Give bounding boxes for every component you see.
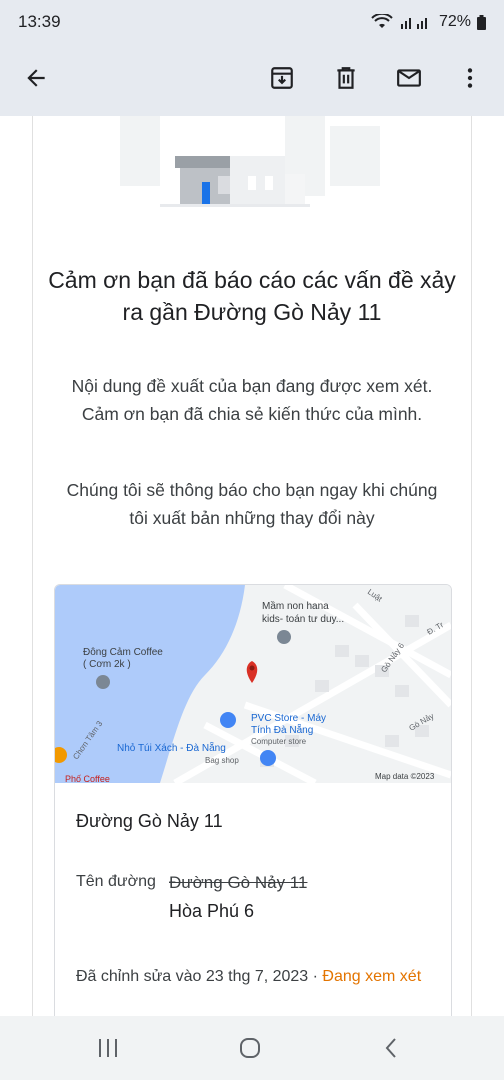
home-button[interactable] — [236, 1034, 264, 1062]
bag-pin-icon — [260, 750, 276, 766]
edit-details-card: Mầm non hana kids- toán tư duy... Đông C… — [54, 584, 452, 1016]
map-label-store-sub: Computer store — [251, 737, 307, 746]
edited-date: Đã chỉnh sửa vào 23 thg 7, 2023 · — [76, 968, 323, 985]
delete-button[interactable] — [326, 58, 366, 98]
back-nav-button[interactable] — [378, 1034, 406, 1062]
review-status: Đang xem xét — [322, 968, 422, 985]
battery-icon — [477, 14, 486, 30]
map-label-coffee: Đông Cảm Coffee — [83, 647, 163, 658]
map-label-store: PVC Store - Máy — [251, 713, 326, 724]
place-name: Đường Gò Nảy 11 — [76, 811, 223, 831]
field-label: Tên đường — [76, 873, 156, 890]
location-map[interactable]: Mầm non hana kids- toán tư duy... Đông C… — [55, 585, 451, 783]
email-body: Cảm ơn bạn đã báo cáo các vấn đề xảy ra … — [0, 116, 504, 1016]
back-chevron-icon — [385, 1038, 396, 1058]
building-illustration — [120, 116, 380, 207]
message-paragraph-1: Nội dung đề xuất của bạn đang được xem x… — [71, 376, 433, 424]
map-label-cafe2: Phố Coffee — [65, 774, 110, 783]
map-label-bag-sub: Bag shop — [205, 756, 239, 765]
system-nav-bar — [0, 1016, 504, 1080]
message-title: Cảm ơn bạn đã báo cáo các vấn đề xảy ra … — [48, 267, 456, 325]
wifi-icon — [371, 14, 393, 28]
recents-button[interactable] — [94, 1034, 122, 1062]
map-label-school: Mầm non hana — [262, 600, 329, 612]
mail-icon — [397, 69, 421, 87]
store-pin-icon — [220, 712, 236, 728]
trash-icon — [337, 67, 355, 89]
archive-icon — [271, 67, 293, 89]
battery-percent: 72% — [438, 13, 471, 30]
arrow-left-icon — [27, 69, 45, 87]
signal-icon — [400, 18, 427, 29]
status-bar: 13:39 72% — [0, 0, 504, 44]
home-icon — [240, 1038, 260, 1058]
map-label-store-line2: Tính Đà Nẵng — [251, 723, 313, 736]
edit-status-line: Đã chỉnh sửa vào 23 thg 7, 2023 · Đang x… — [76, 963, 428, 991]
more-options-button[interactable] — [450, 58, 490, 98]
map-label-bag: Nhỏ Túi Xách - Đà Nẵng — [117, 741, 226, 754]
status-icons: 72% — [371, 13, 486, 31]
recents-icon — [99, 1039, 117, 1057]
archive-button[interactable] — [262, 58, 302, 98]
message-paragraph-2: Chúng tôi sẽ thông báo cho bạn ngay khi … — [66, 480, 438, 528]
new-value: Hòa Phú 6 — [169, 901, 255, 921]
mark-unread-button[interactable] — [389, 58, 429, 98]
toolbar — [0, 44, 504, 116]
status-time: 13:39 — [18, 12, 61, 31]
map-label-school-sub: kids- toán tư duy... — [262, 614, 344, 625]
map-copyright: Map data ©2023 — [375, 772, 435, 781]
map-label-coffee-sub: ( Cơm 2k ) — [83, 659, 131, 670]
more-vert-icon — [467, 68, 473, 88]
back-button[interactable] — [16, 58, 56, 98]
coffee-pin-icon — [96, 675, 110, 689]
old-value: Đường Gò Nảy 11 — [169, 873, 308, 892]
school-pin-icon — [277, 630, 291, 644]
